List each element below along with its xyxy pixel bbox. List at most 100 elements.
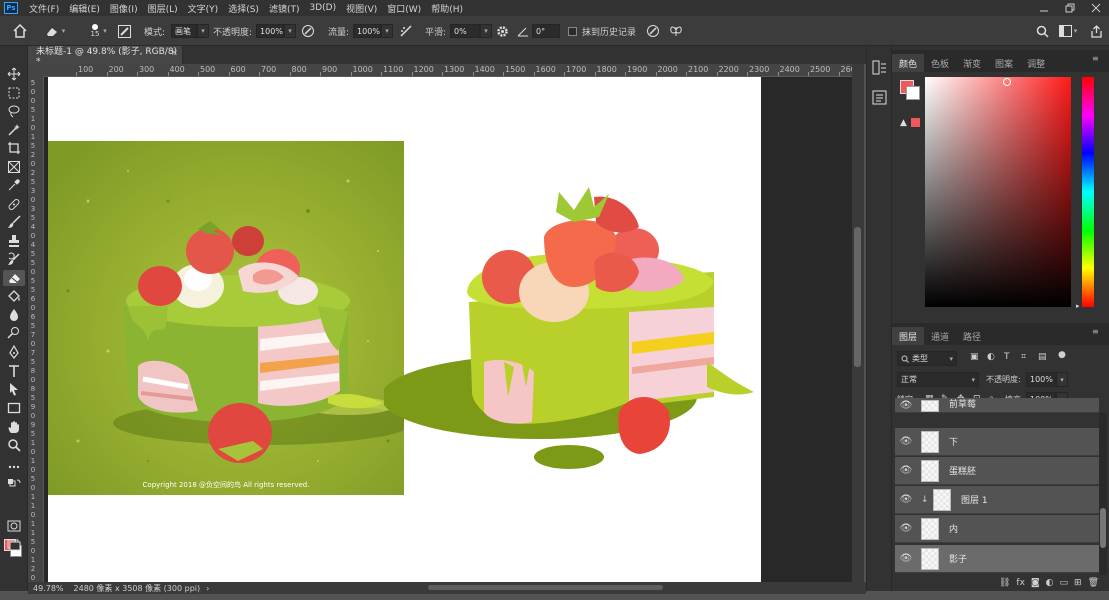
gamut-warning-icon[interactable]: ▲: [900, 118, 907, 128]
dodge-tool[interactable]: [3, 325, 25, 341]
menu-window[interactable]: 窗口(W): [382, 2, 426, 15]
layer-name[interactable]: 下: [949, 435, 958, 448]
zoom-level[interactable]: 49.78%: [33, 584, 64, 593]
new-layer-icon[interactable]: ⊞: [1074, 578, 1082, 588]
filter-shape-icon[interactable]: ⌗: [1021, 352, 1026, 362]
layers-scrollbar[interactable]: [1099, 413, 1107, 575]
frame-tool[interactable]: [3, 159, 25, 175]
search-button[interactable]: [1034, 16, 1050, 46]
eyedropper-tool[interactable]: [3, 177, 25, 193]
mode-select[interactable]: 画笔: [171, 24, 198, 38]
menu-help[interactable]: 帮助(H): [426, 2, 468, 15]
visibility-eye-icon[interactable]: 👁︎: [899, 465, 913, 476]
layer-row-cake-base[interactable]: 👁︎ 蛋糕胚: [895, 457, 1099, 485]
brush-size-dropdown-icon[interactable]: ▾: [100, 16, 110, 46]
layers-panel-menu-icon[interactable]: ≡: [1092, 327, 1099, 336]
share-button[interactable]: [1088, 16, 1104, 46]
tab-paths[interactable]: 路径: [956, 327, 988, 345]
panel-menu-icon[interactable]: ≡: [1092, 54, 1099, 63]
layer-name[interactable]: 图层 1: [961, 493, 988, 506]
history-brush-tool[interactable]: [3, 251, 25, 267]
tab-adjustments[interactable]: 调整: [1020, 54, 1052, 72]
tab-swatches[interactable]: 色板: [924, 54, 956, 72]
zoom-tool[interactable]: [3, 437, 25, 453]
visibility-eye-icon[interactable]: 👁︎: [899, 436, 913, 447]
layer-row-bottom[interactable]: 👁︎ 下: [895, 428, 1099, 456]
lasso-tool[interactable]: [3, 103, 25, 119]
mode-dropdown-icon[interactable]: ▾: [197, 24, 210, 38]
vertical-ruler[interactable]: 5005101520253035404550556065707580859095…: [28, 77, 44, 582]
smoothing-options-button[interactable]: [494, 16, 510, 46]
opacity-pressure-button[interactable]: [300, 16, 316, 46]
layer-name[interactable]: 蛋糕胚: [949, 464, 976, 477]
minimize-button[interactable]: [1031, 0, 1057, 16]
brush-tool[interactable]: [3, 214, 25, 230]
layers-scroll-thumb[interactable]: [1100, 508, 1106, 548]
layer-name[interactable]: 前草莓: [949, 398, 976, 410]
hue-slider[interactable]: [1082, 77, 1094, 307]
properties-panel-button[interactable]: [872, 90, 887, 108]
tool-preset-picker[interactable]: ▾: [40, 16, 70, 46]
paint-bucket-tool[interactable]: [3, 288, 25, 304]
close-window-button[interactable]: [1083, 0, 1109, 16]
size-pressure-button[interactable]: [645, 16, 661, 46]
visibility-eye-icon[interactable]: 👁︎: [899, 523, 913, 534]
menu-edit[interactable]: 编辑(E): [64, 2, 105, 15]
vertical-scrollbar[interactable]: [852, 64, 864, 582]
smoothing-input[interactable]: 0%: [450, 24, 481, 38]
layer-row-front-strawberry[interactable]: 👁︎ 前草莓: [895, 398, 1099, 413]
ruler-origin[interactable]: [28, 64, 44, 77]
rectangle-tool[interactable]: [3, 400, 25, 416]
menu-image[interactable]: 图像(I): [105, 2, 143, 15]
menu-select[interactable]: 选择(S): [223, 2, 264, 15]
menu-3d[interactable]: 3D(D): [304, 3, 341, 13]
delete-layer-icon[interactable]: 🗑︎: [1088, 578, 1099, 588]
link-layers-icon[interactable]: ⛓︎: [999, 578, 1010, 588]
marquee-tool[interactable]: [3, 85, 25, 101]
visibility-eye-icon[interactable]: 👁︎: [899, 553, 913, 564]
path-selection-tool[interactable]: [3, 381, 25, 397]
angle-input[interactable]: 0°: [532, 24, 560, 38]
color-picker-field[interactable]: [925, 77, 1071, 307]
menu-file[interactable]: 文件(F): [24, 2, 64, 15]
healing-brush-tool[interactable]: [3, 196, 25, 212]
tab-color[interactable]: 颜色: [892, 54, 925, 72]
layer-row-layer-1[interactable]: 👁︎ ↓ 图层 1: [895, 486, 1099, 514]
filter-smart-object-icon[interactable]: ▤: [1038, 352, 1047, 362]
close-document-icon[interactable]: ×: [170, 48, 178, 58]
tab-channels[interactable]: 通道: [924, 327, 956, 345]
brush-settings-button[interactable]: [116, 16, 132, 46]
document-tab[interactable]: 未标题-1 @ 49.8% (影子, RGB/8) * ×: [28, 46, 183, 67]
add-mask-icon[interactable]: ◙: [1031, 578, 1040, 588]
canvas-area[interactable]: Copyright 2018 @负空间的鸟 All rights reserve…: [44, 77, 852, 582]
smoothing-dropdown-icon[interactable]: ▾: [480, 24, 493, 38]
filter-pixel-icon[interactable]: ▣: [970, 352, 979, 362]
airbrush-button[interactable]: [398, 16, 414, 46]
layer-name[interactable]: 内: [949, 522, 958, 535]
group-folder-icon[interactable]: ▭: [1060, 578, 1069, 588]
color-panel-background-swatch[interactable]: [906, 86, 920, 100]
home-button[interactable]: [10, 16, 30, 46]
flow-input[interactable]: 100%: [353, 24, 382, 38]
screen-mode-button[interactable]: [3, 537, 25, 553]
filter-type-icon[interactable]: T: [1004, 352, 1010, 362]
menu-type[interactable]: 文字(Y): [183, 2, 224, 15]
layer-row-shadow[interactable]: 👁︎ 影子: [895, 545, 1099, 573]
blur-tool[interactable]: [3, 307, 25, 323]
layer-opacity-dropdown-icon[interactable]: ▾: [1056, 372, 1068, 387]
opacity-dropdown-icon[interactable]: ▾: [284, 24, 297, 38]
edit-toolbar-button[interactable]: [3, 459, 25, 475]
magic-wand-tool[interactable]: [3, 122, 25, 138]
fx-button[interactable]: fx: [1016, 578, 1025, 588]
quick-mask-button[interactable]: [3, 518, 25, 534]
layer-opacity-input[interactable]: 100%: [1026, 372, 1056, 387]
restore-button[interactable]: [1057, 0, 1083, 16]
symmetry-button[interactable]: [668, 16, 684, 46]
menu-layer[interactable]: 图层(L): [143, 2, 183, 15]
clone-stamp-tool[interactable]: [3, 233, 25, 249]
horizontal-scroll-thumb[interactable]: [428, 585, 663, 590]
hue-slider-handle-icon[interactable]: ▸: [1076, 302, 1080, 310]
horizontal-ruler[interactable]: 100 200 300 400 500 600 700 800 900 1000 1100 1200 1…: [44, 64, 852, 77]
tab-layers[interactable]: 图层: [892, 327, 925, 345]
layer-name[interactable]: 影子: [949, 552, 967, 565]
